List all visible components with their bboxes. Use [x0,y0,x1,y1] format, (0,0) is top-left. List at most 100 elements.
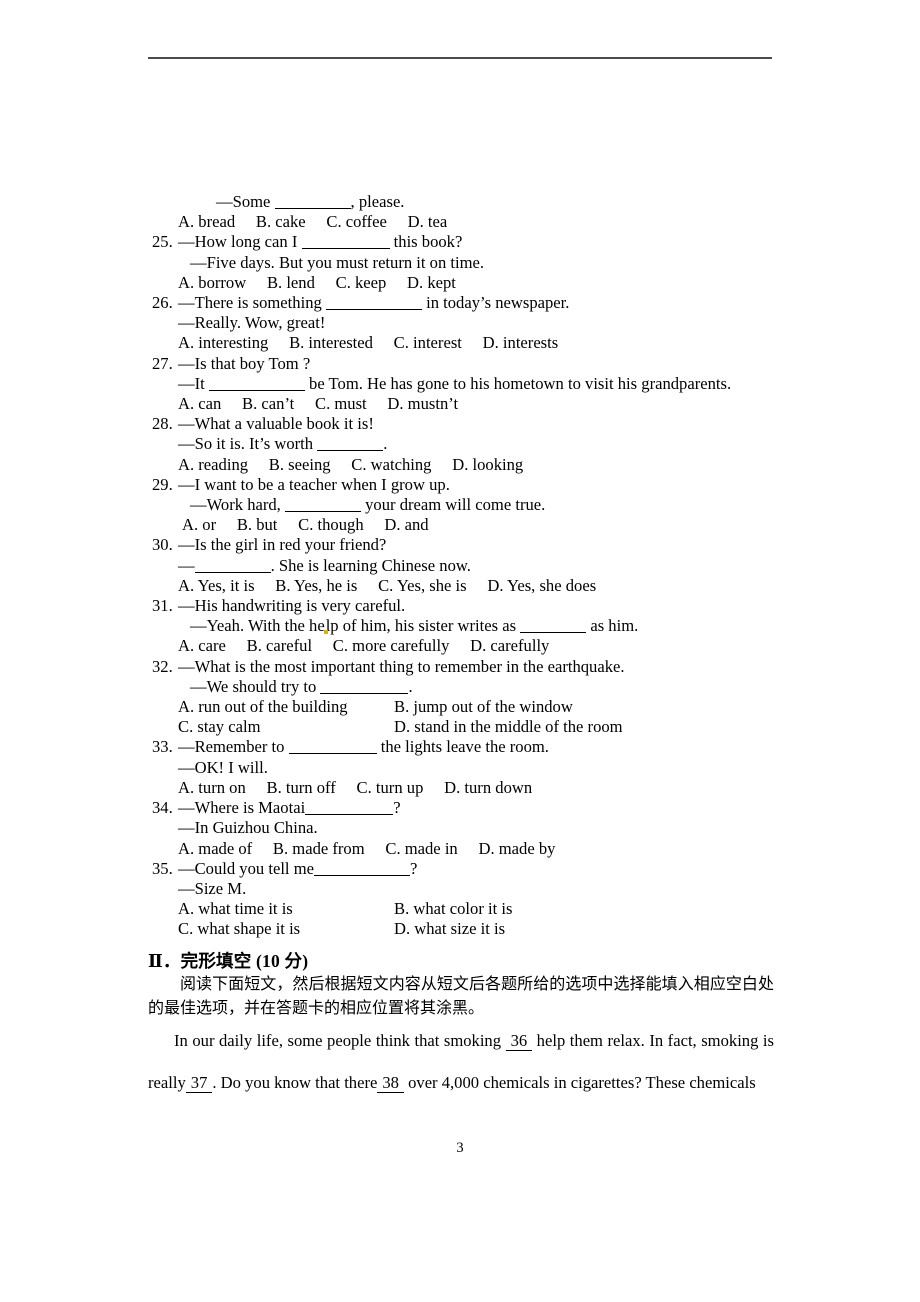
question-text: — [178,555,195,575]
answer-blank[interactable] [325,293,422,311]
question-dialogue-line: —Work hard, your dream will come true. [152,495,792,515]
option-row[interactable]: A. interesting B. interested C. interest… [152,333,792,353]
option-row[interactable]: C. what shape it is D. what size it is [152,919,792,939]
cloze-text: over 4,000 chemicals in cigarettes? Thes… [403,1073,756,1092]
cloze-blank[interactable]: 36 [505,1031,533,1051]
cloze-blank[interactable]: 37 [185,1073,213,1093]
question-text: —What a valuable book it is! [178,414,374,434]
question-dialogue-line: —Five days. But you must return it on ti… [152,253,792,273]
option-row[interactable]: A. what time it is B. what color it is [152,899,792,919]
scan-speck-artifact [323,630,328,635]
question-text-tail: . [408,676,413,696]
question-text: —Is that boy Tom ? [178,353,311,373]
question-text-tail: your dream will come true. [360,495,546,515]
option-row[interactable]: A. borrow B. lend C. keep D. kept [152,273,792,293]
question-text: —We should try to [190,676,321,696]
question-item: 30. —Is the girl in red your friend? — . Sh… [152,535,792,596]
question-text: —Yeah. With the he [190,616,325,636]
question-text-tail: , please. [350,192,405,211]
question-number: 30. [152,535,173,555]
question-item: 32. —What is the most important thing to … [152,657,792,738]
question-stem: 31. —His handwriting is very careful. [152,596,792,616]
header-rule [148,57,772,59]
option-row[interactable]: A. Yes, it is B. Yes, he is C. Yes, she … [152,576,792,596]
question-text: —Remember to [178,737,289,757]
question-text: —What is the most important thing to rem… [178,656,625,676]
option-row[interactable]: A. can B. can’t C. must D. mustn’t [152,394,792,414]
answer-blank[interactable] [288,738,377,755]
option-row[interactable]: A. turn on B. turn off C. turn up D. tur… [152,778,792,798]
question-text: —Some [216,192,275,211]
multiple-choice-section: —Some , please. A. bread B. cake C. coffe… [152,192,792,940]
question-item: —Some , please. A. bread B. cake C. coffe… [152,192,792,232]
option-choice[interactable]: C. what shape it is [178,919,394,939]
option-choice[interactable]: A. run out of the building [178,697,394,717]
question-text: —Five days. But you must return it on ti… [190,252,485,272]
question-text: —How long can I [178,232,302,252]
question-item: 31. —His handwriting is very careful. —Yea… [152,596,792,657]
cloze-blank[interactable]: 38 [377,1073,404,1093]
question-number: 35. [152,858,173,878]
question-text: —I want to be a teacher when I grow up. [178,474,450,494]
option-choice[interactable]: C. stay calm [178,717,394,737]
answer-blank[interactable] [274,192,351,209]
option-row[interactable]: A. reading B. seeing C. watching D. look… [152,455,792,475]
question-text: —Really. Wow, great! [178,313,326,333]
question-stem: 28. —What a valuable book it is! [152,414,792,434]
option-row[interactable]: A. run out of the building B. jump out of… [152,697,792,717]
question-item: 29. —I want to be a teacher when I grow u… [152,475,792,536]
option-row[interactable]: A. care B. careful C. more carefully D. … [152,636,792,656]
cloze-paragraph: In our daily life, some people think tha… [148,1020,774,1104]
question-dialogue-line: —We should try to . [152,677,792,697]
question-dialogue-line: — . She is learning Chinese now. [152,556,792,576]
question-number: 29. [152,474,173,494]
question-stem: 27. —Is that boy Tom ? [152,354,792,374]
question-number: 25. [152,232,173,252]
option-row[interactable]: A. or B. but C. though D. and [152,515,792,535]
question-text: —Work hard, [190,495,285,515]
question-text-tail: in today’s newspaper. [421,293,570,313]
question-stem: 26. —There is something in today’s newspa… [152,293,792,313]
question-item: 35. —Could you tell me? —Size M. A. what ti… [152,859,792,940]
question-item: 27. —Is that boy Tom ? —It be Tom. He has … [152,354,792,415]
answer-blank[interactable] [317,435,384,452]
cloze-text: In our daily life, some people think tha… [174,1031,506,1050]
question-number: 32. [152,656,173,676]
option-choice[interactable]: A. what time it is [178,899,394,919]
option-choice[interactable]: D. stand in the middle of the room [394,717,623,737]
answer-blank[interactable] [194,556,271,573]
question-text: —Where is Maotai [178,798,306,818]
section-two-heading: Ⅱ．完形填空 (10 分) [148,951,309,971]
option-row[interactable]: A. bread B. cake C. coffee D. tea [152,212,792,232]
question-dialogue-line: —Yeah. With the help of him, his sister … [152,616,792,636]
question-dialogue-line: —Really. Wow, great! [152,313,792,333]
cloze-passage: In our daily life, some people think tha… [148,1020,774,1104]
question-item: 34. —Where is Maotai? —In Guizhou China. A.… [152,798,792,859]
question-number: 33. [152,737,173,757]
question-dialogue-line: —It be Tom. He has gone to his hometown … [152,374,792,394]
question-dialogue-line: —In Guizhou China. [152,818,792,838]
option-choice[interactable]: D. what size it is [394,919,505,939]
question-stem: 32. —What is the most important thing to … [152,657,792,677]
answer-blank[interactable] [284,495,361,513]
question-text-tail: be Tom. He has gone to his hometown to v… [304,373,732,393]
option-row[interactable]: C. stay calm D. stand in the middle of th… [152,717,792,737]
option-choice[interactable]: B. what color it is [394,899,512,919]
question-item: 33. —Remember to the lights leave the roo… [152,737,792,798]
question-text: —It [178,373,209,393]
question-stem: —Some , please. [152,192,792,212]
question-dialogue-line: —OK! I will. [152,758,792,778]
answer-blank[interactable] [320,677,409,694]
answer-blank[interactable] [305,798,394,816]
question-number: 27. [152,353,173,373]
option-row[interactable]: A. made of B. made from C. made in D. ma… [152,839,792,859]
option-choice[interactable]: B. jump out of the window [394,697,573,717]
answer-blank[interactable] [520,617,587,634]
question-text-tail: this book? [389,232,463,252]
document-page: —Some , please. A. bread B. cake C. coffe… [0,0,920,1302]
answer-blank[interactable] [208,374,305,391]
question-number: 26. [152,293,173,313]
answer-blank[interactable] [301,233,390,250]
question-stem: 34. —Where is Maotai? [152,798,792,818]
answer-blank[interactable] [313,859,410,876]
